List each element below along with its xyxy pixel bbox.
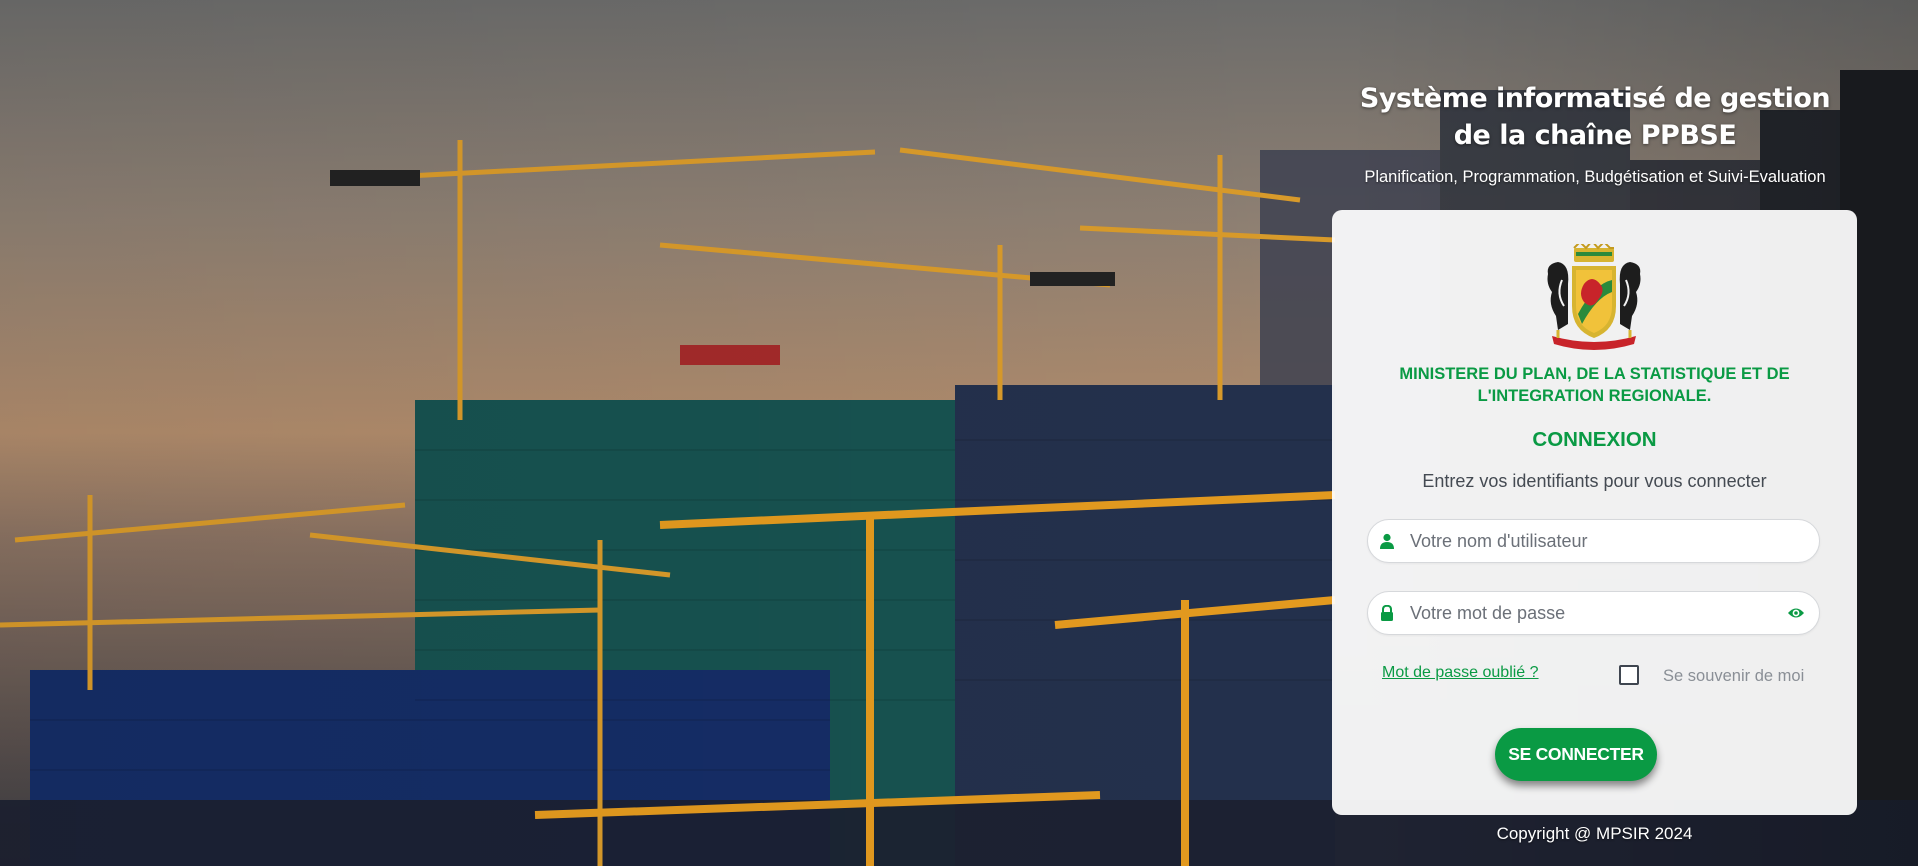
ministry-name: MINISTERE DU PLAN, DE LA STATISTIQUE ET … xyxy=(1399,365,1790,405)
page-title: Système informatisé de gestion de la cha… xyxy=(1359,83,1831,151)
username-field[interactable] xyxy=(1367,519,1820,563)
remember-me-checkbox[interactable] xyxy=(1619,665,1639,685)
hero-header: Système informatisé de gestion de la cha… xyxy=(1332,80,1858,187)
user-icon xyxy=(1380,533,1394,549)
login-card: MINISTERE DU PLAN, DE LA STATISTIQUE ET … xyxy=(1332,210,1857,815)
lock-icon xyxy=(1381,605,1393,621)
login-page: Système informatisé de gestion de la cha… xyxy=(0,0,1918,866)
login-button[interactable]: SE CONNECTER xyxy=(1495,728,1657,781)
login-heading: CONNEXION xyxy=(1532,428,1657,451)
copyright-footer: Copyright @ MPSIR 2024 xyxy=(1496,824,1693,843)
forgot-password-link[interactable]: Mot de passe oublié ? xyxy=(1382,664,1539,682)
remember-me-label: Se souvenir de moi xyxy=(1663,667,1805,685)
username-input[interactable] xyxy=(1410,520,1770,562)
password-input[interactable] xyxy=(1410,592,1770,634)
eye-icon[interactable] xyxy=(1787,605,1805,621)
coat-of-arms-emblem xyxy=(1547,244,1641,350)
password-field[interactable] xyxy=(1367,591,1820,635)
page-subtitle: Planification, Programmation, Budgétisat… xyxy=(1364,168,1826,186)
login-instructions: Entrez vos identifiants pour vous connec… xyxy=(1422,471,1767,491)
